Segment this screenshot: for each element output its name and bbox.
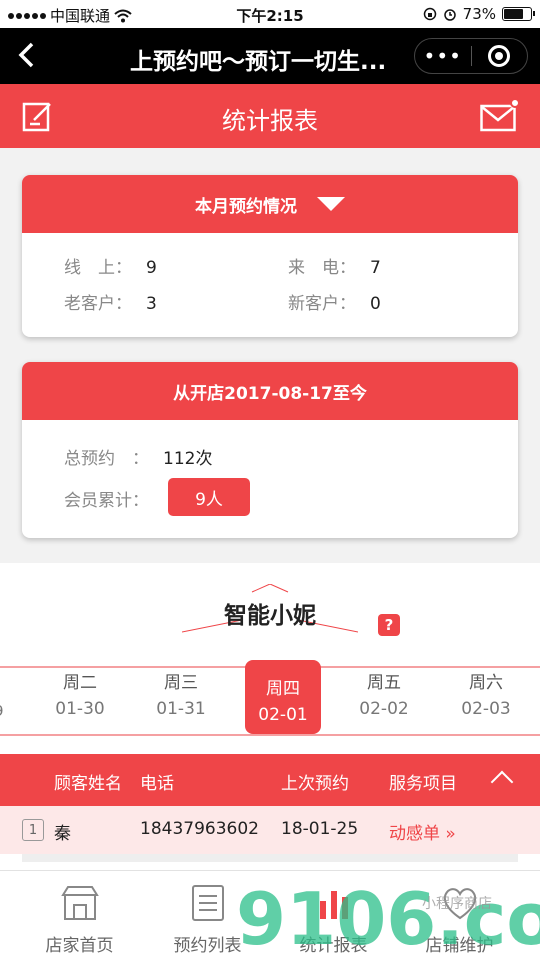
- new-customer-stat: 新客户： 0: [288, 289, 381, 314]
- chevron-up-icon[interactable]: [490, 770, 514, 794]
- day-tue[interactable]: 周二 01-30: [30, 668, 130, 719]
- bottom-tab-bar: 店家首页 预约列表 统计报表 店铺维护: [0, 870, 540, 960]
- phone-stat: 来 电： 7: [288, 253, 381, 278]
- day-wed[interactable]: 周三 01-31: [131, 668, 231, 719]
- close-target-icon: [488, 45, 511, 67]
- back-arrow-icon[interactable]: [12, 38, 42, 72]
- status-bar: 中国联通 下午2:15 73%: [0, 0, 540, 28]
- tab-label: 统计报表: [299, 936, 368, 956]
- online-value: 9: [146, 258, 157, 278]
- row-service-link[interactable]: 动感单 »: [389, 819, 456, 844]
- since-opening-card: 从开店2017-08-17至今 总预约 ： 112次 会员累计： 9人: [22, 362, 518, 538]
- old-customer-value: 3: [146, 294, 157, 314]
- day-thu-selected[interactable]: 周四 02-01: [245, 660, 321, 734]
- online-stat: 线 上： 9: [64, 253, 157, 278]
- month-card-header[interactable]: 本月预约情况: [22, 175, 518, 233]
- day-date: 02-02: [359, 699, 409, 719]
- day-fri[interactable]: 周五 02-02: [334, 668, 434, 719]
- new-customer-label: 新客户：: [288, 294, 356, 314]
- col-last-booking: 上次预约: [281, 774, 349, 794]
- total-bookings-label: 总预约 ：: [64, 449, 149, 469]
- day-name: 周二: [63, 673, 97, 693]
- day-name: 周三: [164, 673, 198, 693]
- help-icon[interactable]: ?: [378, 614, 400, 636]
- tab-statistics[interactable]: 统计报表: [266, 871, 401, 960]
- page-title: 统计报表: [222, 107, 318, 135]
- day-sat[interactable]: 周六 02-03: [436, 668, 536, 719]
- status-right: 73%: [423, 5, 535, 23]
- alarm-icon: [443, 9, 456, 21]
- nav-bar: 上预约吧～预订一切生... •••: [0, 28, 540, 84]
- row-phone: 18437963602: [140, 819, 259, 839]
- col-service: 服务项目: [389, 774, 457, 794]
- month-card-title: 本月预约情况: [195, 196, 297, 217]
- nav-title: 上预约吧～预订一切生...: [130, 49, 387, 75]
- store-icon: [60, 886, 99, 920]
- tab-label: 预约列表: [173, 936, 242, 956]
- mini-program-capsule: •••: [414, 38, 528, 74]
- table-row[interactable]: 1 秦 18437963602 18-01-25 动感单 »: [0, 806, 540, 854]
- tab-label: 店家首页: [45, 936, 114, 956]
- rotation-lock-icon: [423, 7, 436, 21]
- tab-booking-list[interactable]: 预约列表: [140, 871, 275, 960]
- list-icon: [191, 885, 224, 921]
- row-index: 1: [22, 819, 44, 841]
- online-label: 线 上：: [64, 258, 132, 278]
- new-customer-value: 0: [370, 294, 381, 314]
- tab-shop-maintain[interactable]: 店铺维护: [392, 871, 527, 960]
- row-last-booking: 18-01-25: [281, 819, 359, 839]
- since-card-title: 从开店2017-08-17至今: [173, 383, 367, 404]
- phone-value: 7: [370, 258, 381, 278]
- since-card-header: 从开店2017-08-17至今: [22, 362, 518, 420]
- battery-percent: 73%: [462, 5, 496, 23]
- total-bookings-value: 112次: [163, 449, 213, 469]
- page-header: 统计报表: [0, 84, 540, 148]
- shop-maintain-icon: [443, 888, 476, 920]
- total-bookings-stat: 总预约 ： 112次: [64, 444, 212, 469]
- col-customer-name: 顾客姓名: [54, 774, 122, 794]
- day-name: 周五: [367, 673, 401, 693]
- more-menu-button[interactable]: •••: [415, 44, 471, 68]
- day-date: 02-01: [258, 705, 308, 725]
- dropdown-triangle-icon: [317, 197, 345, 211]
- day-name: 周六: [469, 673, 503, 693]
- close-mini-program-button[interactable]: [471, 45, 527, 67]
- table-header: 顾客姓名 电话 上次预约 服务项目: [0, 754, 540, 806]
- day-date: 01-31: [156, 699, 206, 719]
- month-stats-card: 本月预约情况 线 上： 9 来 电： 7 老客户： 3 新客户： 0: [22, 175, 518, 337]
- old-customer-stat: 老客户： 3: [64, 289, 157, 314]
- phone-label: 来 电：: [288, 258, 356, 278]
- day-name: 周四: [266, 679, 300, 699]
- col-phone: 电话: [140, 774, 174, 794]
- member-total-label: 会员累计：: [64, 491, 149, 511]
- unread-dot: [510, 98, 520, 108]
- member-count-button[interactable]: 9人: [168, 478, 250, 516]
- tab-store-home[interactable]: 店家首页: [12, 871, 147, 960]
- smart-title: 智能小妮: [224, 603, 316, 629]
- chart-icon: [319, 891, 348, 919]
- week-bottom-line: [0, 734, 540, 736]
- prev-day-partial: 9: [0, 702, 4, 720]
- battery-icon: [502, 7, 535, 21]
- row-divider: [22, 854, 518, 862]
- day-date: 01-30: [55, 699, 105, 719]
- old-customer-label: 老客户：: [64, 294, 132, 314]
- tab-label: 店铺维护: [425, 936, 494, 956]
- row-customer-name: 秦: [54, 824, 71, 844]
- day-date: 02-03: [461, 699, 511, 719]
